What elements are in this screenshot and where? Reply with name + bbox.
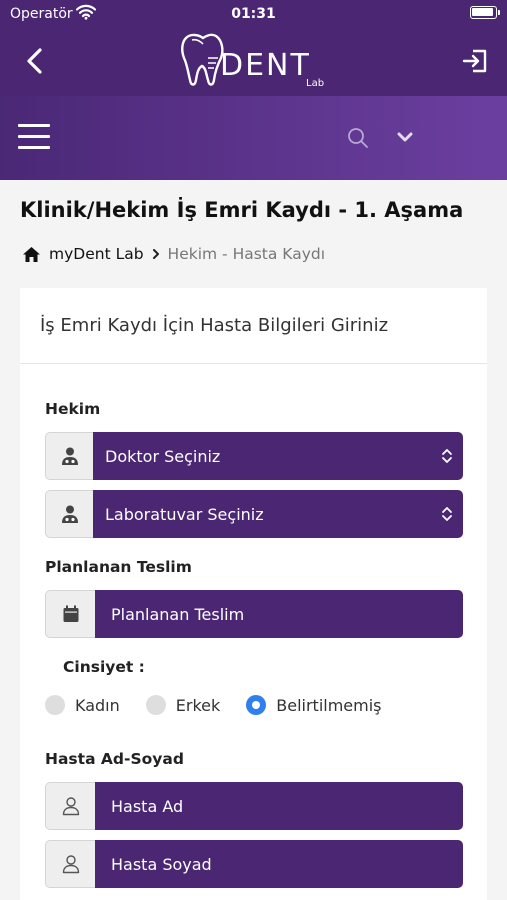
user-icon [62, 797, 79, 816]
card-title: İş Emri Kaydı İçin Hasta Bilgileri Girin… [20, 288, 487, 364]
hekim-label: Hekim [45, 400, 101, 418]
gender-radio-unspecified[interactable]: Belirtilmemiş [246, 695, 382, 715]
radio-circle-selected [246, 695, 267, 715]
gender-radio-group: Kadın Erkek Belirtilmemiş [45, 693, 408, 717]
gender-label: Cinsiyet : [63, 658, 145, 676]
delivery-date-field[interactable]: Planlanan Teslim [45, 590, 463, 638]
home-icon[interactable] [22, 246, 41, 263]
radio-circle [45, 695, 65, 715]
battery-icon [470, 6, 500, 19]
doctor-icon [61, 447, 78, 465]
radio-circle [145, 695, 166, 715]
gender-option-label: Belirtilmemiş [276, 695, 382, 715]
page-title: Klinik/Hekim İş Emri Kaydı - 1. Aşama [20, 198, 464, 222]
patient-last-name-field[interactable]: Hasta Soyad [45, 840, 463, 888]
header-row: DENT Lab [0, 28, 507, 96]
gender-radio-female[interactable]: Kadın [45, 695, 120, 715]
breadcrumb: myDent Lab Hekim - Hasta Kaydı [22, 243, 325, 265]
calendar-icon [63, 605, 78, 622]
patient-last-name-placeholder: Hasta Soyad [111, 854, 212, 874]
patient-form-card: İş Emri Kaydı İçin Hasta Bilgileri Girin… [20, 288, 487, 900]
user-icon [62, 855, 79, 874]
doctor-select[interactable]: Doktor Seçiniz [45, 432, 463, 480]
gender-option-label: Kadın [75, 695, 120, 715]
logout-icon[interactable] [459, 44, 493, 78]
chevron-down-icon[interactable] [394, 126, 416, 148]
nav-bar [0, 96, 507, 180]
menu-icon[interactable] [18, 124, 52, 152]
laboratory-select[interactable]: Laboratuvar Seçiniz [45, 490, 463, 538]
patient-name-label: Hasta Ad-Soyad [45, 750, 184, 768]
select-arrows-icon [442, 449, 452, 463]
delivery-date-placeholder: Planlanan Teslim [111, 604, 245, 624]
chevron-right-icon [152, 249, 159, 259]
breadcrumb-current: Hekim - Hasta Kaydı [167, 245, 326, 263]
patient-first-name-placeholder: Hasta Ad [111, 796, 184, 816]
doctor-select-value: Doktor Seçiniz [105, 446, 221, 466]
select-arrows-icon [442, 507, 452, 521]
back-icon[interactable] [18, 44, 52, 78]
patient-first-name-field[interactable]: Hasta Ad [45, 782, 463, 830]
gender-radio-male[interactable]: Erkek [145, 695, 221, 715]
gender-option-label: Erkek [175, 695, 221, 715]
app-header: Operatör 01:31 DENT Lab [0, 0, 507, 180]
logo-subtitle: Lab [306, 78, 325, 89]
logo-text: DENT [220, 48, 311, 83]
delivery-label: Planlanan Teslim [45, 558, 192, 576]
breadcrumb-home[interactable]: myDent Lab [49, 245, 144, 263]
laboratory-select-value: Laboratuvar Seçiniz [105, 504, 264, 524]
search-icon[interactable] [346, 126, 370, 150]
app-logo: DENT Lab [176, 28, 336, 94]
doctor-icon [61, 505, 78, 523]
clock: 01:31 [231, 6, 276, 22]
status-bar: Operatör 01:31 [0, 0, 507, 28]
